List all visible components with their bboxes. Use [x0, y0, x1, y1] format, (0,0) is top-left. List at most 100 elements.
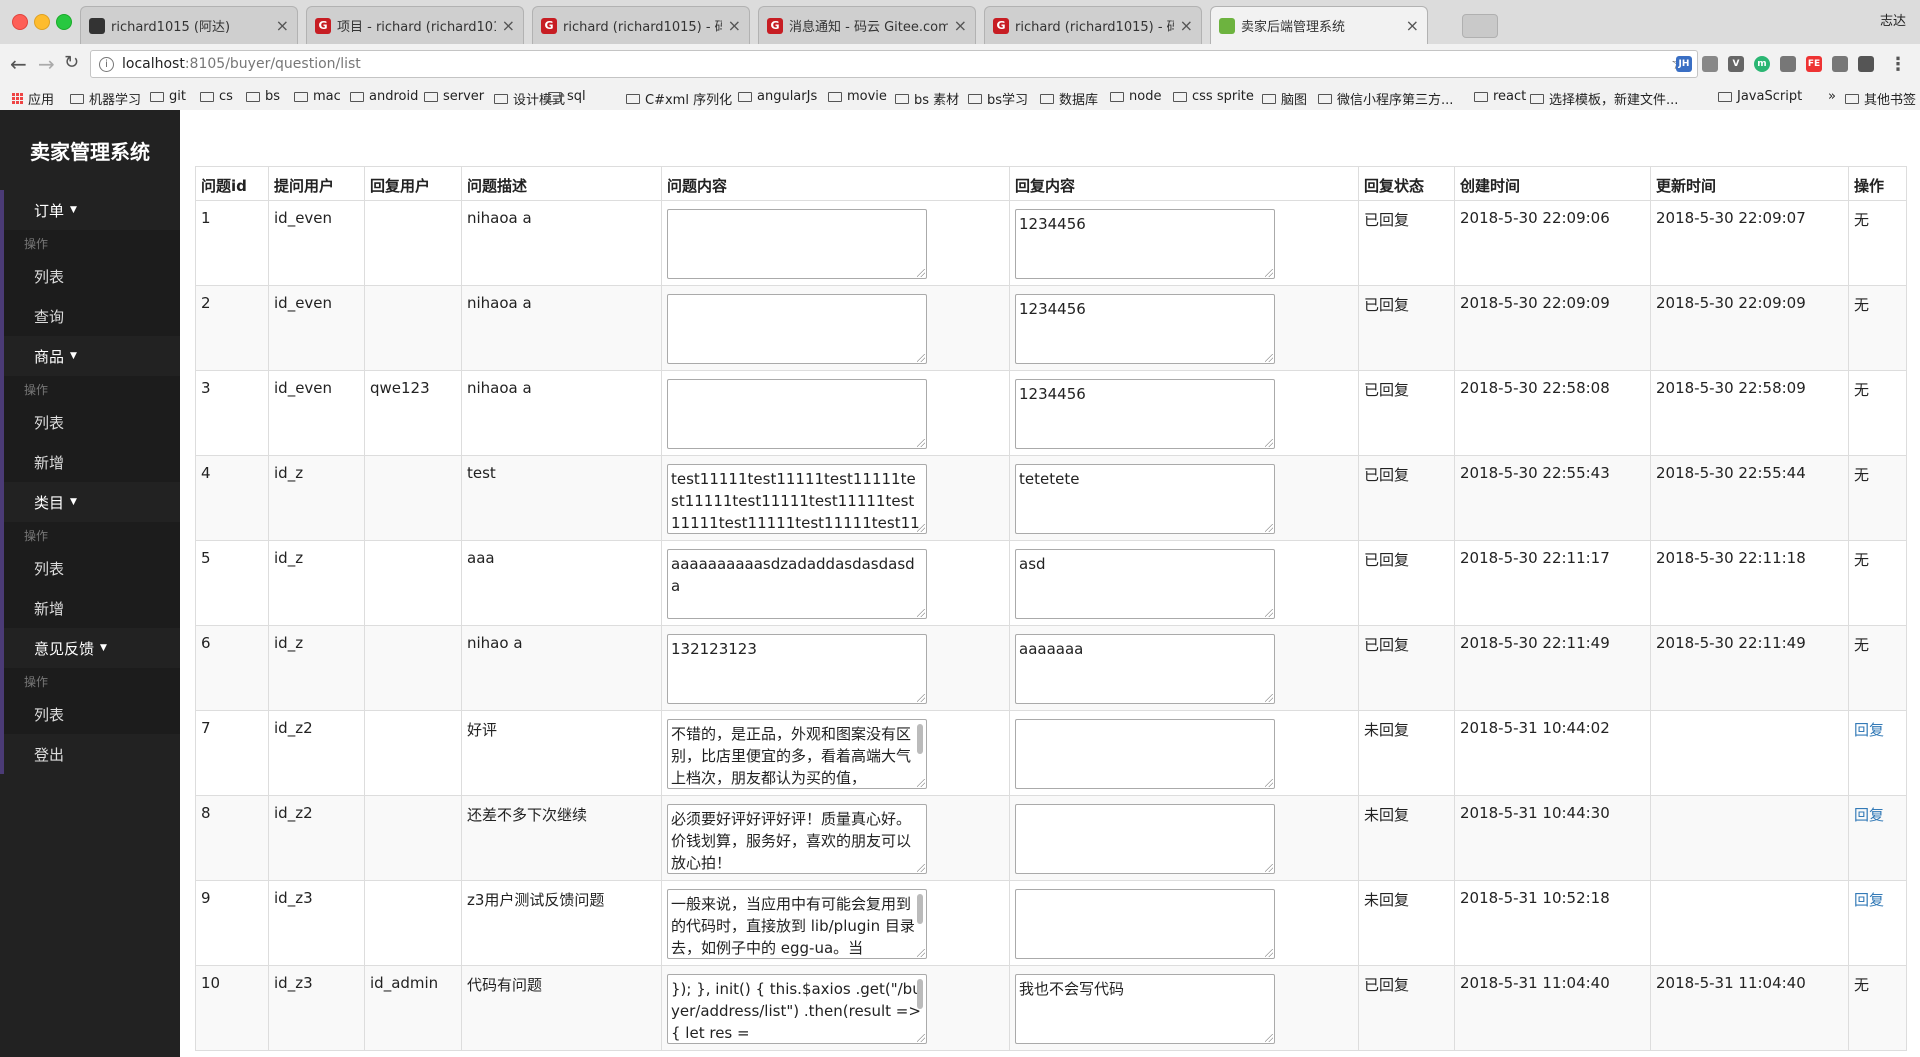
question-content-textarea[interactable]: 必须要好评好评好评！质量真心好。价钱划算，服务好，喜欢的朋友可以放心拍！ — [667, 804, 927, 874]
bookmark-item[interactable]: 选择模板，新建文件... — [1530, 89, 1678, 108]
menu-dropdown-toggle[interactable]: 意见反馈 ▼ — [0, 628, 180, 668]
bookmark-item[interactable]: 脑图 — [1262, 89, 1307, 108]
logout-link[interactable]: 登出 — [0, 734, 180, 774]
tab-title: 项目 - richard (richard1015) - 码 — [337, 20, 496, 35]
reply-content-textarea[interactable] — [1015, 804, 1275, 874]
bookmark-item[interactable]: 数据库 — [1040, 89, 1098, 108]
menu-item-link[interactable]: 新增 — [0, 588, 180, 628]
menu-item-link[interactable]: 查询 — [0, 296, 180, 336]
bookmark-item[interactable]: node — [1110, 89, 1161, 104]
menu-dropdown-toggle[interactable]: 商品 ▼ — [0, 336, 180, 376]
bookmark-item[interactable]: angularJs — [738, 89, 817, 104]
bookmark-item[interactable]: bs学习 — [968, 89, 1028, 108]
bookmark-item[interactable]: server — [424, 89, 484, 104]
other-bookmarks[interactable]: 其他书签 — [1845, 89, 1916, 108]
table-row: 5 id_z aaa aaaaaaaaaasdzadaddasdasdasda asd 已… — [195, 540, 1907, 626]
bookmark-item[interactable]: mac — [294, 89, 341, 104]
maximize-window-button[interactable] — [56, 14, 72, 30]
bookmark-label: JavaScript — [1737, 89, 1803, 104]
reply-link[interactable]: 回复 — [1854, 806, 1884, 824]
close-tab-icon[interactable]: × — [276, 16, 289, 35]
bookmark-item[interactable]: css sprite — [1173, 89, 1254, 104]
browser-tab[interactable]: Grichard (richard1015) - 码云 Gi × — [984, 6, 1202, 44]
menu-dropdown-toggle[interactable]: 订单 ▼ — [0, 190, 180, 230]
doc-extension-icon[interactable] — [1702, 56, 1718, 72]
question-content-textarea[interactable]: }); }, init() { this.$axios .get("/buyer… — [667, 974, 927, 1044]
browser-tab[interactable]: G 项目 - richard (richard1015) - 码 × — [306, 6, 524, 44]
bookmark-item[interactable]: C#xml 序列化 — [626, 89, 732, 108]
bookmark-item[interactable]: 微信小程序第三方... — [1318, 89, 1453, 108]
question-content-textarea[interactable]: test11111test11111test11111test11111test… — [667, 464, 927, 534]
reply-link[interactable]: 回复 — [1854, 891, 1884, 909]
reply-content-textarea[interactable]: aaaaaaa — [1015, 634, 1275, 704]
cell-created: 2018-5-30 22:09:06 — [1454, 200, 1651, 286]
close-tab-icon[interactable]: × — [1406, 16, 1419, 35]
menu-item-link[interactable]: 新增 — [0, 442, 180, 482]
new-tab-button[interactable] — [1462, 14, 1498, 38]
umbrella-extension-icon[interactable] — [1832, 56, 1848, 72]
question-content-textarea[interactable]: 一般来说，当应用中有可能会复用到的代码时，直接放到 lib/plugin 目录去… — [667, 889, 927, 959]
bookmark-item[interactable]: sql — [548, 89, 586, 104]
m-extension-icon[interactable]: m — [1754, 56, 1770, 72]
jh-extension-icon[interactable]: JH — [1676, 56, 1692, 72]
reply-content-textarea[interactable]: 我也不会写代码 — [1015, 974, 1275, 1044]
browser-tab[interactable]: Grichard (richard1015) - 码云 Gi × — [532, 6, 750, 44]
info-icon[interactable]: i — [99, 56, 114, 72]
question-content-textarea[interactable]: 不错的，是正品，外观和图案没有区别，比店里便宜的多，看着高端大气上档次，朋友都认… — [667, 719, 927, 789]
close-tab-icon[interactable]: × — [954, 16, 967, 35]
bookmark-item[interactable]: JavaScript — [1718, 89, 1802, 104]
cell-ask-user: id_z — [268, 625, 365, 711]
bookmark-item[interactable]: react — [1474, 89, 1526, 104]
browser-tab[interactable]: G 消息通知 - 码云 Gitee.com × — [758, 6, 976, 44]
close-tab-icon[interactable]: × — [728, 16, 741, 35]
menu-item-link[interactable]: 列表 — [0, 548, 180, 588]
bookmark-item[interactable]: bs — [246, 89, 280, 104]
reload-icon[interactable]: ↻ — [64, 52, 79, 73]
close-window-button[interactable] — [12, 14, 28, 30]
back-arrow-icon[interactable]: ← — [10, 52, 27, 76]
fe-extension-icon[interactable]: FE — [1806, 56, 1822, 72]
menu-item-link[interactable]: 列表 — [0, 694, 180, 734]
reply-content-textarea[interactable]: 1234456 — [1015, 379, 1275, 449]
bookmark-item[interactable]: 应用 — [12, 89, 54, 108]
reply-content-textarea[interactable]: 1234456 — [1015, 209, 1275, 279]
menu-group-title: 意见反馈 — [34, 639, 95, 658]
menu-item-link[interactable]: 列表 — [0, 256, 180, 296]
bookmark-item[interactable]: movie — [828, 89, 887, 104]
menu-icon[interactable]: ⋮ — [1889, 54, 1907, 75]
cell-reply-user — [364, 200, 462, 286]
bookmark-item[interactable]: 机器学习 — [70, 89, 141, 108]
folder-icon — [895, 93, 909, 104]
reply-content-textarea[interactable] — [1015, 889, 1275, 959]
question-content-textarea[interactable]: 132123123 — [667, 634, 927, 704]
bookmark-item[interactable]: cs — [200, 89, 233, 104]
reply-content-textarea[interactable] — [1015, 719, 1275, 789]
cell-content: 必须要好评好评好评！质量真心好。价钱划算，服务好，喜欢的朋友可以放心拍！ — [661, 795, 1010, 881]
reply-content-textarea[interactable]: 1234456 — [1015, 294, 1275, 364]
reply-content-textarea[interactable]: asd — [1015, 549, 1275, 619]
reply-content-textarea[interactable]: tetetete — [1015, 464, 1275, 534]
bookmark-item[interactable]: bs 素材 — [895, 89, 959, 108]
forward-arrow-icon[interactable]: → — [38, 52, 55, 76]
bookmarks-overflow[interactable]: » — [1828, 89, 1836, 104]
cell-reply: tetetete — [1009, 455, 1359, 541]
url-input[interactable]: i localhost :8105/buyer/question/list ☆ — [90, 50, 1698, 78]
menu-item-link[interactable]: 列表 — [0, 402, 180, 442]
bookmark-item[interactable]: git — [150, 89, 186, 104]
browser-tab[interactable]: 卖家后端管理系统 × — [1210, 6, 1428, 44]
profile-name[interactable]: 志达 — [1880, 10, 1906, 29]
question-content-textarea[interactable] — [667, 294, 927, 364]
minimize-window-button[interactable] — [34, 14, 50, 30]
question-content-textarea[interactable] — [667, 379, 927, 449]
reply-link[interactable]: 回复 — [1854, 721, 1884, 739]
vue-extension-icon[interactable]: V — [1728, 56, 1744, 72]
browser-tab[interactable]: richard1015 (阿达) × — [80, 6, 298, 44]
close-tab-icon[interactable]: × — [502, 16, 515, 35]
close-tab-icon[interactable]: × — [1180, 16, 1193, 35]
question-content-textarea[interactable] — [667, 209, 927, 279]
menu-dropdown-toggle[interactable]: 类目 ▼ — [0, 482, 180, 522]
bird-extension-icon[interactable] — [1780, 56, 1796, 72]
react-extension-icon[interactable] — [1858, 56, 1874, 72]
question-content-textarea[interactable]: aaaaaaaaaasdzadaddasdasdasda — [667, 549, 927, 619]
bookmark-item[interactable]: android — [350, 89, 418, 104]
